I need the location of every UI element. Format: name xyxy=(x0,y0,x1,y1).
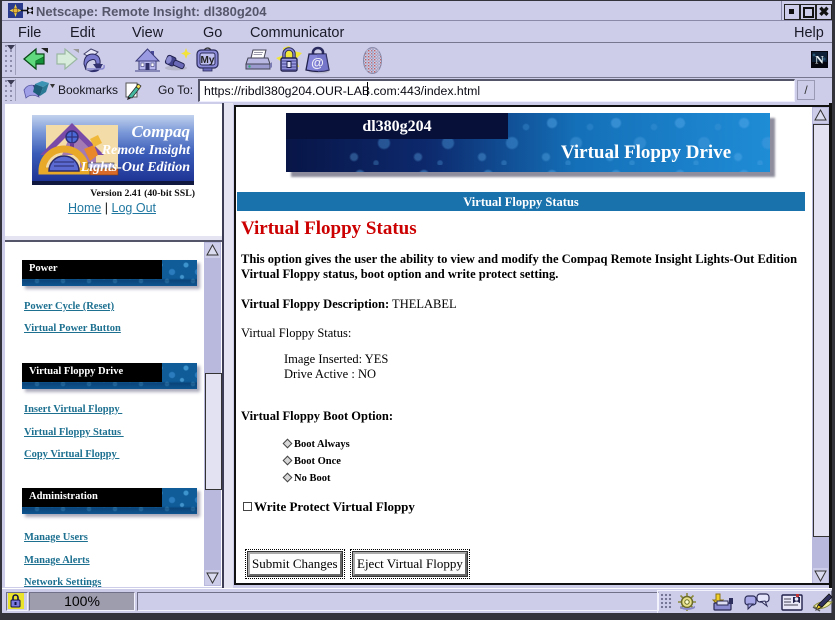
svg-text:My: My xyxy=(201,55,215,66)
svg-text:Remote Insight: Remote Insight xyxy=(101,143,191,158)
svg-text:Lights-Out Edition: Lights-Out Edition xyxy=(80,160,191,175)
svg-text:@: @ xyxy=(311,55,324,70)
svg-text:N: N xyxy=(815,53,824,67)
svg-text:Compaq: Compaq xyxy=(131,122,190,141)
